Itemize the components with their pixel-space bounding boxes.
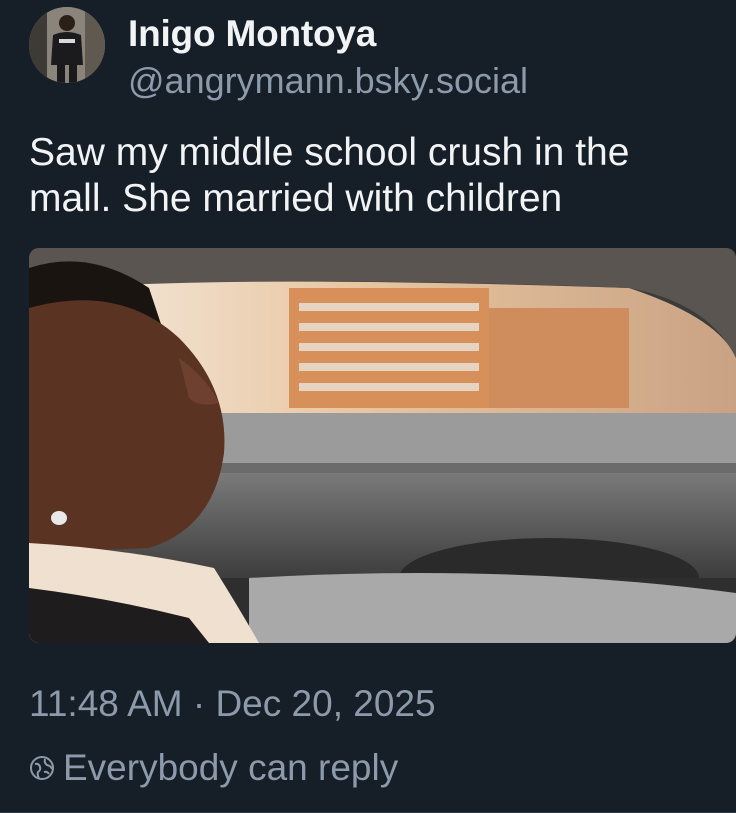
avatar[interactable] — [29, 7, 105, 83]
post-text-line: Saw my middle school crush in the — [29, 131, 630, 174]
post-text: Saw my middle school crush in the mall. … — [29, 130, 736, 222]
reply-setting[interactable]: Everybody can reply — [29, 746, 398, 790]
avatar-image — [29, 7, 105, 83]
author-handle[interactable]: @angrymann.bsky.social — [128, 60, 528, 102]
media-image — [29, 248, 736, 643]
author-display-name[interactable]: Inigo Montoya — [128, 13, 376, 55]
globe-icon — [30, 756, 54, 780]
post: Inigo Montoya @angrymann.bsky.social Saw… — [0, 0, 736, 813]
post-text-line: mall. She married with children — [29, 177, 563, 220]
reply-setting-label: Everybody can reply — [63, 747, 399, 788]
post-timestamp[interactable]: 11:48 AM · Dec 20, 2025 — [29, 683, 436, 725]
post-media-gif[interactable] — [29, 248, 736, 643]
